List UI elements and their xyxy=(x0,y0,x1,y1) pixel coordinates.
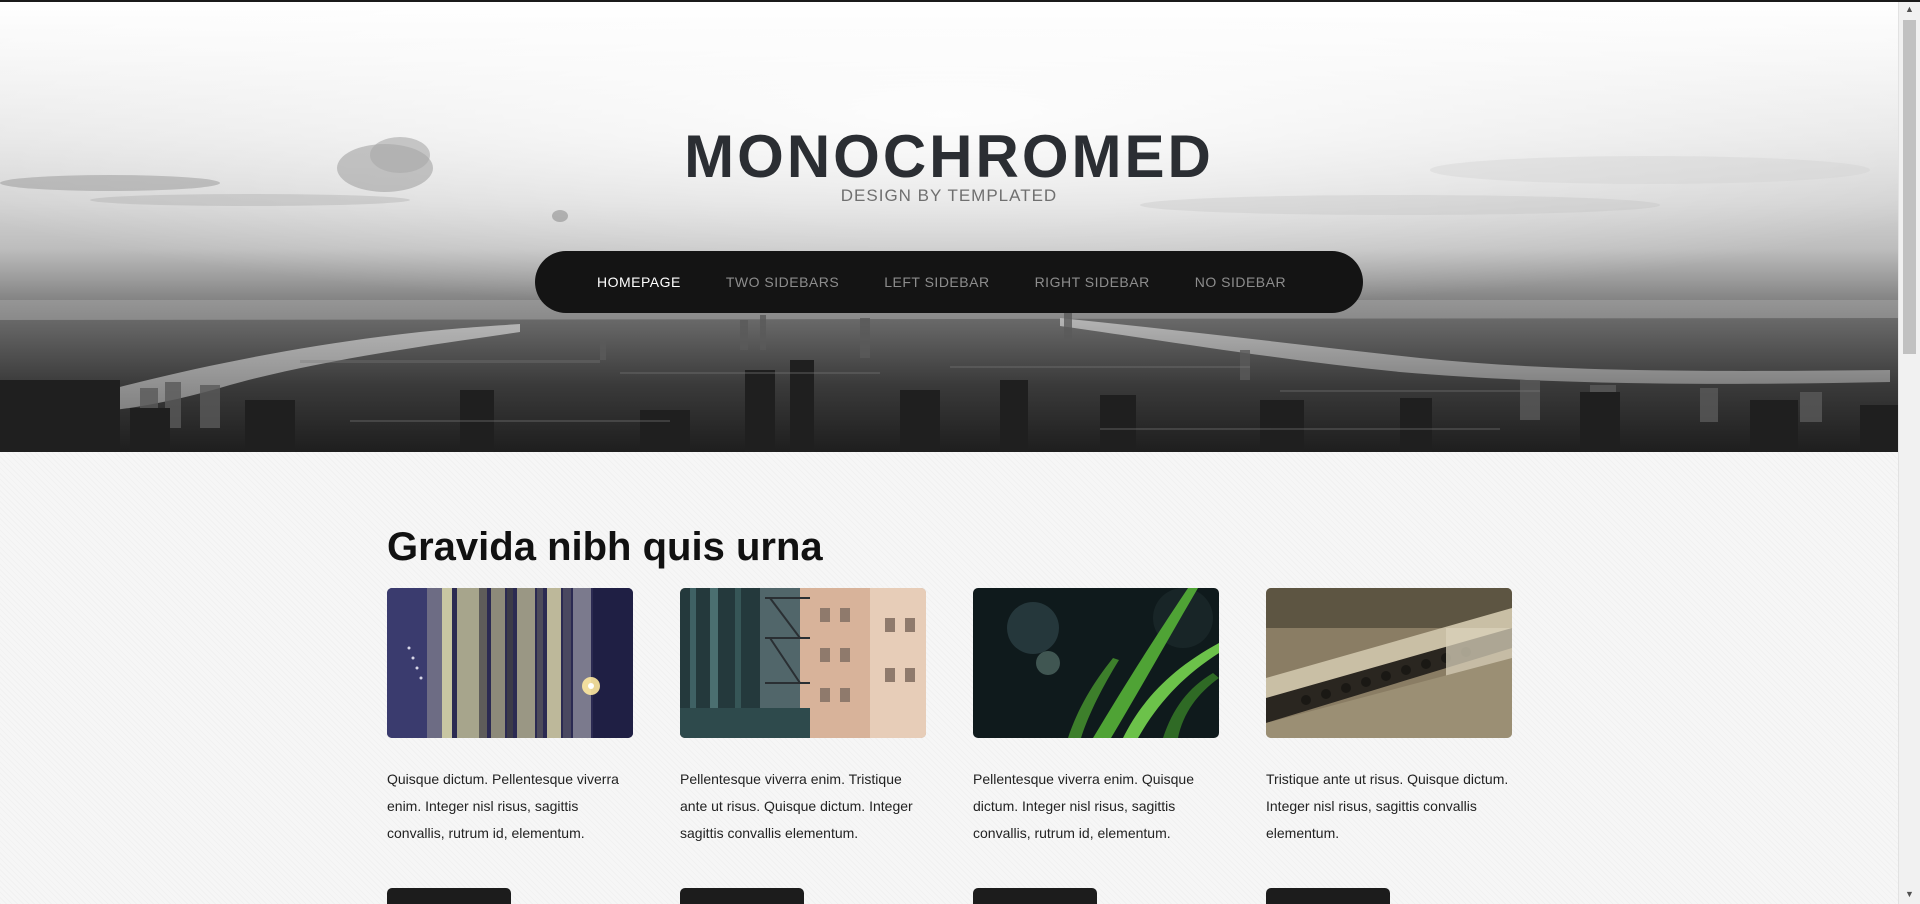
scrollbar-thumb[interactable] xyxy=(1903,20,1916,354)
feature-card: Quisque dictum. Pellentesque viverra eni… xyxy=(387,588,633,847)
site-title: MONOCHROMED xyxy=(684,123,1214,190)
arrow-up-icon[interactable]: ▲ xyxy=(1899,1,1920,18)
nav-item-right-sidebar[interactable]: RIGHT SIDEBAR xyxy=(1035,272,1150,292)
site-subtitle: DESIGN BY TEMPLATED xyxy=(840,186,1058,205)
more-button[interactable] xyxy=(680,888,804,904)
window-top-border xyxy=(0,0,1920,2)
main-navigation: HOMEPAGE TWO SIDEBARS LEFT SIDEBAR RIGHT… xyxy=(535,251,1363,313)
nav-item-left-sidebar[interactable]: LEFT SIDEBAR xyxy=(884,272,989,292)
railroad-track-image[interactable] xyxy=(1266,588,1512,738)
header-hero: MONOCHROMED DESIGN BY TEMPLATED HOMEPAGE… xyxy=(0,0,1898,452)
feature-card: Tristique ante ut risus. Quisque dictum.… xyxy=(1266,588,1512,847)
card-text: Quisque dictum. Pellentesque viverra eni… xyxy=(387,771,619,841)
fire-escape-building-image[interactable] xyxy=(680,588,926,738)
night-building-image[interactable] xyxy=(387,588,633,738)
feature-card: Pellentesque viverra enim. Tristique ant… xyxy=(680,588,926,847)
nav-item-no-sidebar[interactable]: NO SIDEBAR xyxy=(1195,272,1286,292)
nav-item-homepage[interactable]: HOMEPAGE xyxy=(597,272,681,292)
section-heading: Gravida nibh quis urna xyxy=(387,525,823,569)
vertical-scrollbar[interactable]: ▲ ▼ xyxy=(1898,0,1920,904)
card-text: Tristique ante ut risus. Quisque dictum.… xyxy=(1266,771,1509,841)
page: MONOCHROMED DESIGN BY TEMPLATED HOMEPAGE… xyxy=(0,0,1920,904)
more-button[interactable] xyxy=(1266,888,1390,904)
city-skyline-background xyxy=(0,0,1898,452)
more-button[interactable] xyxy=(973,888,1097,904)
arrow-down-icon[interactable]: ▼ xyxy=(1899,886,1920,903)
more-button[interactable] xyxy=(387,888,511,904)
card-text: Pellentesque viverra enim. Tristique ant… xyxy=(680,771,913,841)
green-grass-image[interactable] xyxy=(973,588,1219,738)
feature-card: Pellentesque viverra enim. Quisque dictu… xyxy=(973,588,1219,847)
main-content: Gravida nibh quis urna Quisque dictum. P… xyxy=(0,452,1898,904)
nav-item-two-sidebars[interactable]: TWO SIDEBARS xyxy=(726,272,839,292)
card-text: Pellentesque viverra enim. Quisque dictu… xyxy=(973,771,1195,841)
